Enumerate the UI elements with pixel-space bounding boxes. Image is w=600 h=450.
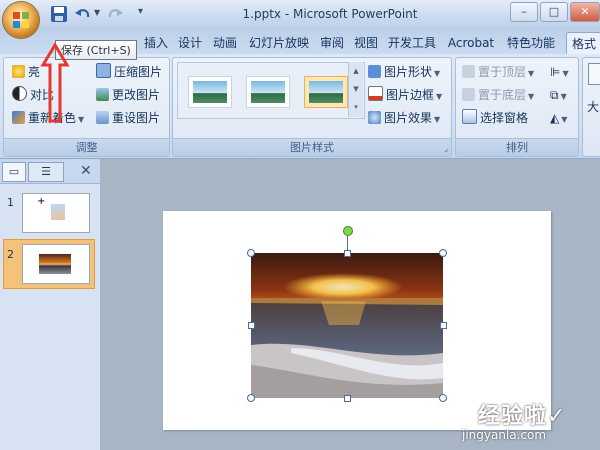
picture-effects-button[interactable]: 图片效果 ▼	[368, 109, 440, 127]
bring-front-icon	[462, 65, 475, 78]
style-thumbnail-selected[interactable]	[304, 76, 348, 108]
rotate-button[interactable]: ◭ ▼	[550, 109, 567, 127]
window-title: 1.pptx - Microsoft PowerPoint	[242, 7, 418, 21]
recolor-icon	[12, 111, 25, 124]
resize-handle[interactable]	[344, 250, 351, 257]
adjust-group-label: 调整	[4, 138, 169, 156]
size-label: 大	[587, 100, 600, 114]
resize-handle[interactable]	[248, 322, 255, 329]
contrast-icon	[12, 86, 27, 101]
selection-pane-icon	[462, 109, 477, 124]
slide-number: 1	[7, 196, 14, 209]
slide-thumbnail-1[interactable]: +	[22, 193, 90, 233]
red-arrow-annotation	[40, 43, 70, 123]
change-picture-icon	[96, 88, 109, 101]
picture-border-button[interactable]: 图片边框 ▼	[368, 86, 442, 104]
close-panel-icon[interactable]: ✕	[80, 163, 92, 179]
gallery-scroll[interactable]: ▲ ▼ ▾	[348, 62, 363, 117]
brightness-button[interactable]: 亮	[12, 63, 40, 81]
arrange-group-label: 排列	[456, 138, 578, 156]
resize-handle[interactable]	[440, 322, 447, 329]
ribbon: 亮 对比 重新着色 ▼ 压缩图片 更改图片 重设图片 调整 ▲ ▼ ▾ 图片形状 ▼ 图…	[0, 54, 600, 159]
minimize-button[interactable]: –	[510, 2, 538, 22]
slide-thumbnail-2-selected[interactable]: 2	[3, 239, 95, 289]
tab-design[interactable]: 设计	[174, 32, 206, 54]
resize-handle[interactable]	[247, 249, 255, 257]
tab-view[interactable]: 视图	[350, 32, 382, 54]
crop-icon[interactable]	[588, 63, 600, 85]
undo-dropdown-icon[interactable]: ▼	[94, 8, 100, 17]
customize-qat-icon[interactable]: ▾	[138, 6, 143, 17]
dialog-launcher-icon[interactable]: ⌟	[444, 144, 448, 153]
slides-panel: ▭ ☰ ✕ 1 + 2	[0, 159, 101, 450]
slide-number: 2	[7, 248, 14, 261]
brightness-icon	[12, 65, 25, 78]
picture-styles-group: ▲ ▼ ▾ 图片形状 ▼ 图片边框 ▼ 图片效果 ▼ 图片样式 ⌟	[172, 57, 452, 157]
reset-picture-icon	[96, 111, 109, 124]
maximize-button[interactable]: □	[540, 2, 568, 22]
compress-pictures-button[interactable]: 压缩图片	[96, 63, 162, 81]
save-icon[interactable]	[50, 5, 68, 23]
tab-insert[interactable]: 插入	[140, 32, 172, 54]
panel-tabs: ▭ ☰ ✕	[0, 159, 100, 184]
group-button[interactable]: ⧉ ▼	[550, 86, 567, 104]
office-button[interactable]	[3, 2, 39, 38]
watermark-text: 经验啦✓	[478, 404, 567, 429]
picture-shape-icon	[368, 65, 381, 78]
resize-handle[interactable]	[247, 394, 255, 402]
sunset-beach-picture[interactable]	[251, 253, 443, 398]
compress-icon	[96, 63, 111, 78]
rotation-handle[interactable]	[343, 226, 353, 236]
tab-animation[interactable]: 动画	[208, 32, 242, 54]
arrange-group: 置于顶层 ▼ 置于底层 ▼ 选择窗格 ⊫ ▼ ⧉ ▼ ◭ ▼ 排列	[455, 57, 579, 157]
send-back-icon	[462, 88, 475, 101]
size-group: 大	[582, 57, 600, 157]
resize-handle[interactable]	[439, 249, 447, 257]
picture-shape-button[interactable]: 图片形状 ▼	[368, 63, 440, 81]
resize-handle[interactable]	[344, 395, 351, 402]
tab-review[interactable]: 审阅	[316, 32, 348, 54]
tab-format[interactable]: 格式	[566, 32, 600, 55]
style-thumbnail[interactable]	[188, 76, 232, 108]
tab-developer[interactable]: 开发工具	[384, 32, 440, 54]
reset-picture-button[interactable]: 重设图片	[96, 109, 160, 127]
outline-tab[interactable]: ☰	[28, 162, 64, 182]
picture-styles-group-label: 图片样式	[173, 138, 451, 156]
selection-pane-button[interactable]: 选择窗格	[462, 109, 528, 127]
change-picture-button[interactable]: 更改图片	[96, 86, 160, 104]
align-button[interactable]: ⊫ ▼	[550, 63, 569, 81]
style-gallery	[177, 62, 365, 119]
picture-effects-icon	[368, 111, 381, 124]
adjust-group: 亮 对比 重新着色 ▼ 压缩图片 更改图片 重设图片 调整	[3, 57, 170, 157]
tab-slideshow[interactable]: 幻灯片放映	[244, 32, 314, 54]
undo-icon[interactable]	[74, 5, 92, 23]
slides-tab[interactable]: ▭	[2, 162, 26, 182]
tab-acrobat[interactable]: Acrobat	[442, 32, 500, 54]
send-to-back-button[interactable]: 置于底层 ▼	[462, 86, 534, 104]
redo-icon	[108, 9, 123, 18]
tab-features[interactable]: 特色功能	[502, 32, 560, 54]
bring-to-front-button[interactable]: 置于顶层 ▼	[462, 63, 534, 81]
picture-border-icon	[368, 86, 383, 101]
watermark-url: jingyanla.com	[462, 428, 547, 442]
style-thumbnail[interactable]	[246, 76, 290, 108]
close-button[interactable]: ✕	[570, 2, 600, 22]
office-logo-icon	[13, 12, 29, 28]
resize-handle[interactable]	[439, 394, 447, 402]
